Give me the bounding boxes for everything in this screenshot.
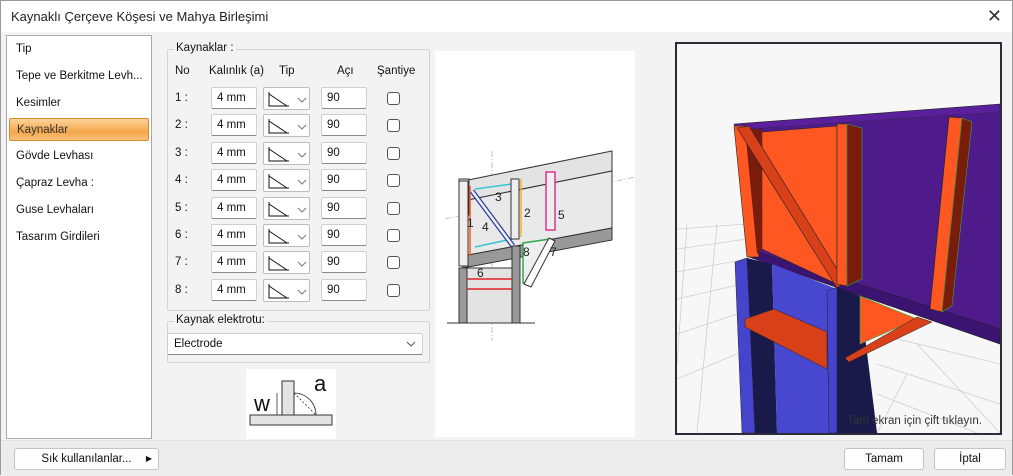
sidebar-item-tasarim[interactable]: Tasarım Girdileri — [9, 226, 149, 249]
title-bar: Kaynaklı Çerçeve Köşesi ve Mahya Birleşi… — [1, 1, 1012, 32]
header-thickness: Kalınlık (a) — [209, 65, 264, 77]
angle-input[interactable]: 90 — [321, 141, 367, 164]
fillet-weld-icon — [268, 174, 307, 189]
site-weld-checkbox[interactable] — [387, 92, 400, 105]
weld-type-select[interactable] — [263, 114, 310, 138]
site-weld-checkbox[interactable] — [387, 283, 400, 297]
thickness-input[interactable]: 4 mm — [211, 278, 257, 301]
weld-type-select[interactable] — [263, 87, 310, 110]
site-weld-checkbox[interactable] — [387, 174, 400, 188]
row-number: 6 : — [175, 229, 188, 241]
weld-a-label: a — [314, 371, 327, 396]
favorites-label: Sık kullanılanlar... — [41, 453, 132, 465]
fillet-weld-icon — [268, 119, 307, 134]
fillet-weld-icon — [268, 201, 307, 217]
header-angle: Açı — [337, 65, 354, 77]
electrode-value: Electrode — [174, 338, 223, 350]
angle-input[interactable]: 90 — [321, 169, 367, 192]
row-number: 8 : — [175, 283, 188, 296]
thickness-input[interactable]: 4 mm — [211, 251, 257, 274]
weld-type-select[interactable] — [263, 278, 310, 302]
sidebar-item-tepe[interactable]: Tepe ve Berkitme Levh... — [9, 65, 149, 88]
thickness-input[interactable]: 4 mm — [211, 114, 257, 137]
weld-type-select[interactable] — [263, 141, 310, 165]
row-number: 1 : — [175, 92, 188, 104]
fullscreen-hint: Tam ekran için çift tıklayın. — [847, 415, 982, 427]
row-number: 5 : — [175, 201, 188, 214]
sidebar: Tip Tepe ve Berkitme Levh... Kesimler Ka… — [6, 35, 152, 439]
dialog-window: Kaynaklı Çerçeve Köşesi ve Mahya Birleşi… — [0, 0, 1013, 476]
angle-input[interactable]: 90 — [321, 251, 367, 274]
chevron-right-icon: ▶ — [145, 454, 152, 463]
thickness-input[interactable]: 4 mm — [211, 224, 257, 246]
electrode-group-label: Kaynak elektrotu: — [174, 314, 267, 326]
header-type: Tip — [279, 65, 295, 77]
weld-type-select[interactable] — [263, 251, 310, 275]
fillet-weld-icon — [268, 229, 307, 244]
site-weld-checkbox[interactable] — [387, 201, 400, 215]
sidebar-item-capraz[interactable]: Çapraz Levha : — [9, 172, 149, 195]
row-number: 2 : — [175, 119, 188, 132]
fillet-weld-icon — [268, 92, 307, 107]
fillet-weld-icon — [268, 283, 307, 299]
weld-diagram: 123 45 678 — [435, 51, 635, 437]
weld-type-select[interactable] — [263, 224, 310, 247]
header-site: Şantiye — [377, 65, 416, 77]
site-weld-checkbox[interactable] — [387, 146, 400, 160]
weld-type-select[interactable] — [263, 196, 310, 220]
fillet-weld-icon — [268, 146, 307, 162]
thickness-input[interactable]: 4 mm — [211, 87, 257, 109]
welds-group-label: Kaynaklar : — [174, 42, 236, 54]
angle-input[interactable]: 90 — [321, 196, 367, 219]
favorites-button[interactable]: Sık kullanılanlar... ▶ — [14, 448, 159, 470]
angle-input[interactable]: 90 — [321, 224, 367, 246]
close-icon[interactable]: ✕ — [987, 6, 1002, 27]
window-title: Kaynaklı Çerçeve Köşesi ve Mahya Birleşi… — [11, 9, 269, 24]
chevron-down-icon — [406, 341, 416, 347]
sidebar-item-tip[interactable]: Tip — [9, 38, 149, 61]
sidebar-item-kesimler[interactable]: Kesimler — [9, 92, 149, 115]
angle-input[interactable]: 90 — [321, 114, 367, 137]
weld-sketch: w a — [246, 369, 336, 439]
ok-button[interactable]: Tamam — [844, 448, 924, 470]
thickness-input[interactable]: 4 mm — [211, 196, 257, 219]
row-number: 3 : — [175, 146, 188, 159]
thickness-input[interactable]: 4 mm — [211, 169, 257, 192]
site-weld-checkbox[interactable] — [387, 119, 400, 133]
header-no: No — [175, 65, 190, 77]
site-weld-checkbox[interactable] — [387, 229, 400, 242]
weld-w-label: w — [254, 391, 270, 416]
fillet-weld-icon — [268, 256, 307, 271]
angle-input[interactable]: 90 — [321, 87, 367, 109]
weld-type-select[interactable] — [263, 169, 310, 193]
angle-input[interactable]: 90 — [321, 278, 367, 301]
row-number: 7 : — [175, 256, 188, 269]
row-number: 4 : — [175, 174, 188, 187]
sidebar-item-guse[interactable]: Guse Levhaları — [9, 199, 149, 222]
cancel-button[interactable]: İptal — [934, 448, 1006, 470]
electrode-select[interactable]: Electrode — [167, 333, 423, 355]
sidebar-item-govde[interactable]: Gövde Levhası — [9, 145, 149, 168]
sidebar-item-kaynaklar[interactable]: Kaynaklar — [9, 118, 149, 141]
site-weld-checkbox[interactable] — [387, 256, 400, 270]
thickness-input[interactable]: 4 mm — [211, 141, 257, 164]
3d-view[interactable]: Tam ekran için çift tıklayın. — [675, 42, 1002, 435]
